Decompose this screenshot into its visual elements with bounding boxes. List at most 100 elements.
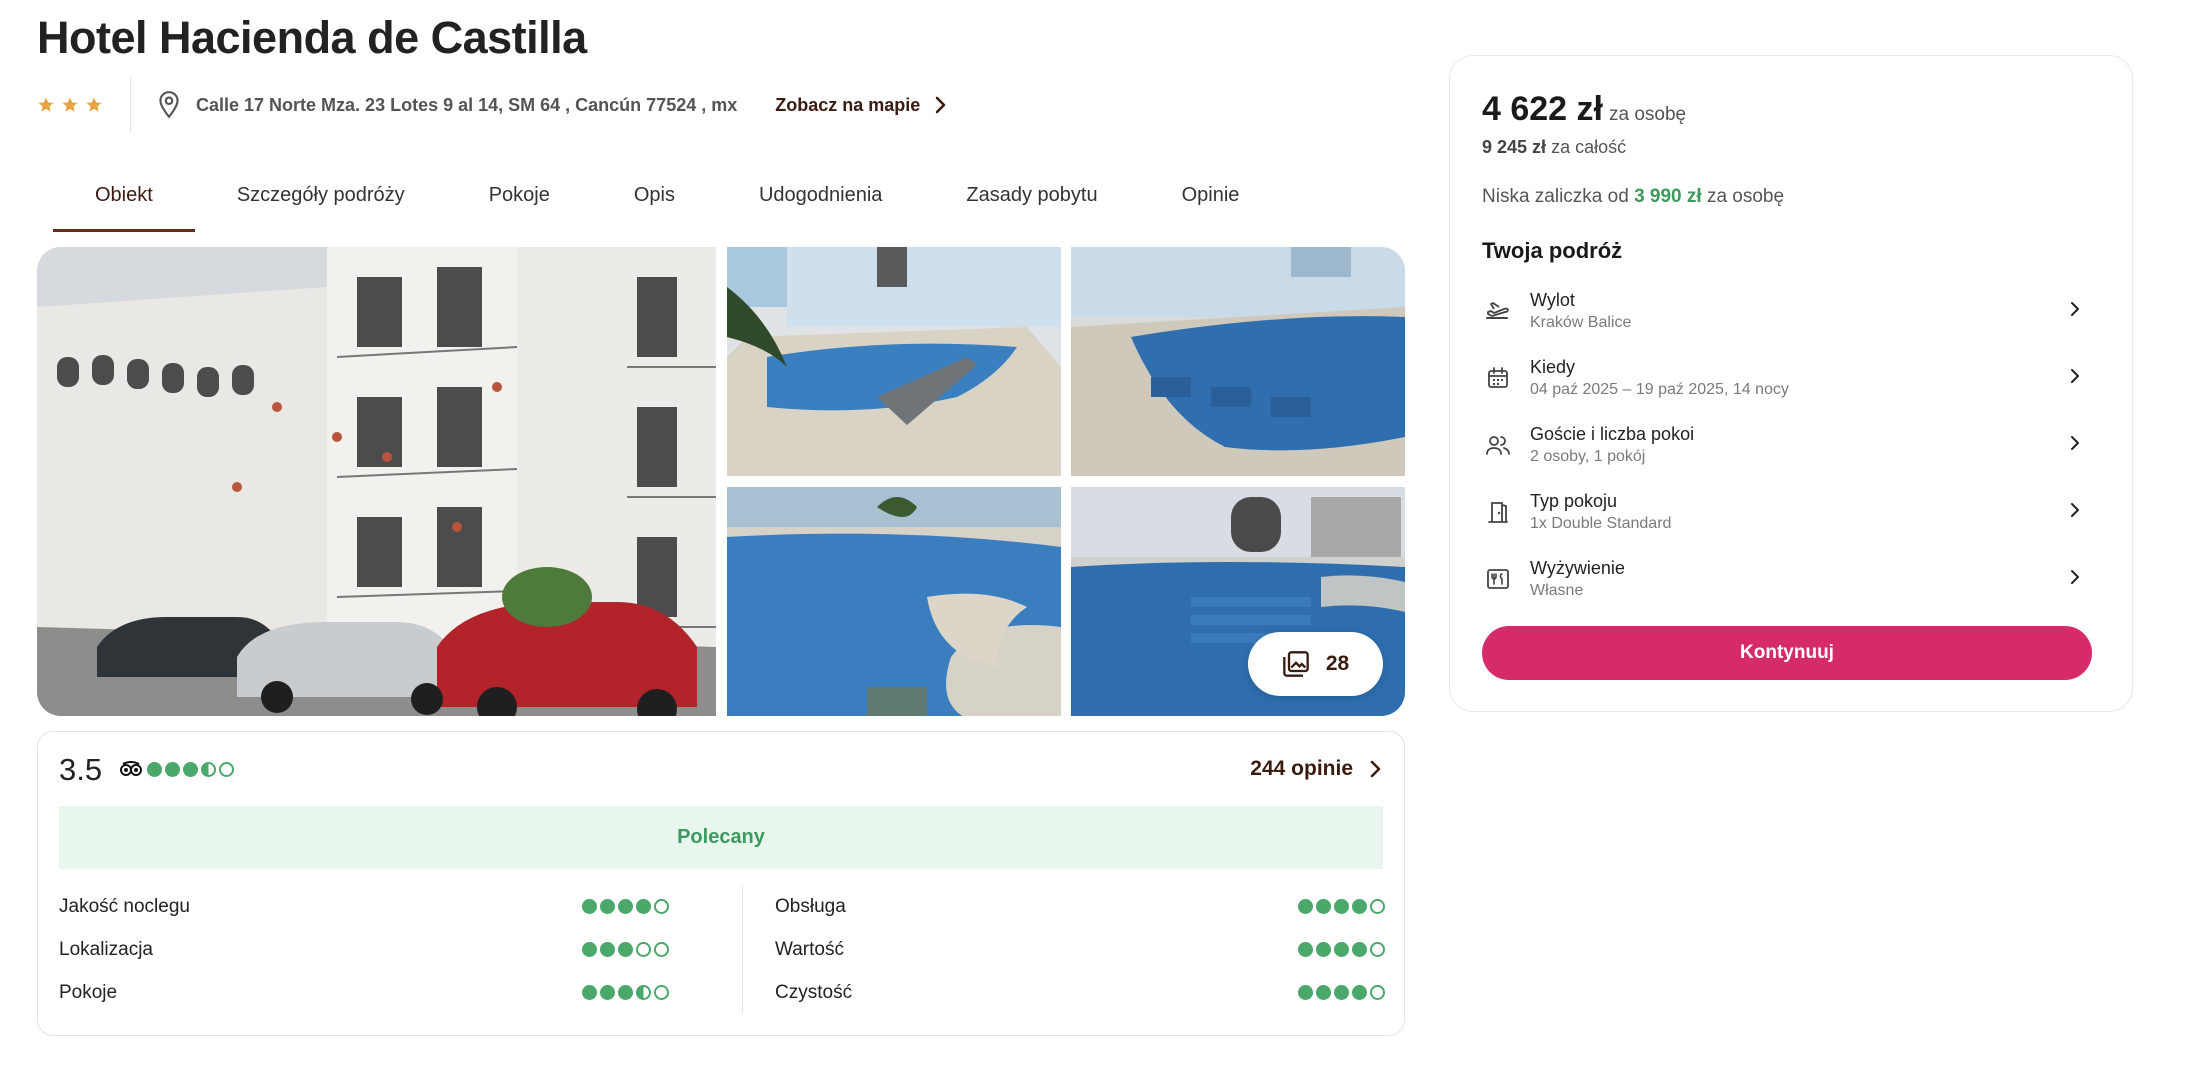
review-score: 3.5 <box>59 752 103 787</box>
rating-dot <box>1298 942 1313 957</box>
price-per-person: 4 622 zł za osobę <box>1482 90 1686 129</box>
review-category-label: Obsługa <box>775 895 846 917</box>
deposit-prefix: Niska zaliczka od <box>1482 186 1629 207</box>
rating-dot <box>582 985 597 1000</box>
chevron-right-icon <box>2071 369 2079 383</box>
photo-count-label: 28 <box>1325 652 1350 675</box>
trip-item-value: Kraków Balice <box>1530 313 1632 331</box>
rating-dot <box>654 899 669 914</box>
rating-dot <box>1370 899 1385 914</box>
rating-dot <box>1298 899 1313 914</box>
rating-dot <box>1352 985 1367 1000</box>
review-category-row: Jakość noclegu <box>59 885 669 928</box>
rating-dot <box>582 899 597 914</box>
chevron-right-icon <box>2071 503 2079 517</box>
review-category-dots <box>582 899 669 914</box>
rating-dot <box>654 985 669 1000</box>
price-value: 4 622 zł <box>1482 90 1603 128</box>
chevron-right-icon <box>2071 302 2079 316</box>
divider <box>130 77 131 133</box>
tab-bar: Obiekt Szczegóły podróży Pokoje Opis Udo… <box>53 170 1281 232</box>
trip-item-dates[interactable]: Kiedy 04 paź 2025 – 19 paź 2025, 14 nocy <box>1482 344 2102 411</box>
review-category-label: Lokalizacja <box>59 938 153 960</box>
calendar-icon <box>1482 362 1514 394</box>
chevron-right-icon <box>2071 436 2079 450</box>
trip-item-room-type[interactable]: Typ pokoju 1x Double Standard <box>1482 478 2102 545</box>
rating-dot <box>1334 985 1349 1000</box>
rating-dot <box>618 942 633 957</box>
reviews-count-label: 244 opinie <box>1250 757 1353 780</box>
tab-zasady-pobytu[interactable]: Zasady pobytu <box>924 170 1139 232</box>
hotel-stars <box>37 96 103 114</box>
deposit-amount: 3 990 zł <box>1634 186 1702 207</box>
star-icon <box>62 97 78 112</box>
plane-departure-icon <box>1482 295 1514 327</box>
rating-dot <box>636 899 651 914</box>
hotel-title: Hotel Hacienda de Castilla <box>37 12 587 63</box>
recommended-badge: Polecany <box>59 806 1383 869</box>
review-category-label: Wartość <box>775 938 844 960</box>
tripadvisor-owl-icon <box>120 761 142 776</box>
rating-dot <box>618 985 633 1000</box>
star-icon <box>86 97 102 112</box>
hotel-facade-photo[interactable] <box>37 247 716 716</box>
rating-dot <box>600 899 615 914</box>
door-icon <box>1482 496 1514 528</box>
tripadvisor-rating <box>119 761 234 777</box>
trip-item-label: Typ pokoju <box>1530 490 1618 511</box>
photo-count-button[interactable]: 28 <box>1248 632 1383 696</box>
review-category-row: Czystość <box>775 971 1385 1014</box>
location-pin-icon <box>159 91 179 119</box>
review-categories-left: Jakość noclegu Lokalizacja Pokoje <box>59 885 669 1014</box>
review-category-dots <box>1298 985 1385 1000</box>
tab-udogodnienia[interactable]: Udogodnienia <box>717 170 924 232</box>
trip-item-value: 04 paź 2025 – 19 paź 2025, 14 nocy <box>1530 380 1789 398</box>
tab-opinie[interactable]: Opinie <box>1140 170 1282 232</box>
review-category-label: Jakość noclegu <box>59 895 190 917</box>
map-link[interactable]: Zobacz na mapie <box>775 95 946 116</box>
chevron-right-icon <box>2071 570 2079 584</box>
photo-gallery: 28 <box>37 247 1405 716</box>
reviews-panel: 3.5 244 opinie Polecany Jakość noclegu Lo… <box>37 731 1405 1036</box>
rating-dot <box>201 761 216 777</box>
rating-dot <box>1316 985 1331 1000</box>
review-category-row: Wartość <box>775 928 1385 971</box>
trip-item-board[interactable]: Wyżywienie Własne <box>1482 545 2102 612</box>
trip-item-label: Kiedy <box>1530 356 1576 377</box>
rating-dot <box>147 761 162 777</box>
rating-dot <box>654 942 669 957</box>
deposit-suffix: za osobę <box>1706 186 1785 207</box>
guests-icon <box>1482 429 1514 461</box>
trip-item-label: Wylot <box>1530 289 1575 310</box>
star-icon <box>38 97 54 112</box>
divider <box>742 885 743 1013</box>
tab-pokoje[interactable]: Pokoje <box>447 170 592 232</box>
price-total: 9 245 zł za całość <box>1482 137 1626 158</box>
tab-opis[interactable]: Opis <box>592 170 717 232</box>
trip-item-value: 2 osoby, 1 pokój <box>1530 447 1646 465</box>
fork-knife-icon <box>1482 563 1514 595</box>
pool-photo-3[interactable] <box>727 487 1061 716</box>
pool-photo-2[interactable] <box>1071 247 1405 476</box>
pool-photo-1[interactable] <box>727 247 1061 476</box>
review-category-row: Pokoje <box>59 971 669 1014</box>
continue-button[interactable]: Kontynuuj <box>1482 626 2092 680</box>
tab-obiekt[interactable]: Obiekt <box>53 170 195 232</box>
rating-dot <box>600 985 615 1000</box>
rating-dot <box>1334 899 1349 914</box>
trip-item-guests[interactable]: Goście i liczba pokoi 2 osoby, 1 pokój <box>1482 411 2102 478</box>
tab-szczegoly-podrozy[interactable]: Szczegóły podróży <box>195 170 447 232</box>
trip-item-departure[interactable]: Wylot Kraków Balice <box>1482 277 2102 344</box>
rating-dot <box>1334 942 1349 957</box>
address-text: Calle 17 Norte Mza. 23 Lotes 9 al 14, SM… <box>196 94 738 115</box>
gallery-icon <box>1282 651 1309 677</box>
tripadvisor-dots <box>147 761 234 777</box>
review-category-dots <box>582 942 669 957</box>
review-category-row: Obsługa <box>775 885 1385 928</box>
trip-title: Twoja podróż <box>1482 238 1623 263</box>
booking-card: 4 622 zł za osobę 9 245 zł za całość Nis… <box>1449 55 2133 712</box>
total-value: 9 245 zł <box>1482 137 1547 157</box>
rating-dot <box>636 985 651 1000</box>
reviews-link[interactable]: 244 opinie <box>1250 757 1381 781</box>
map-link-label: Zobacz na mapie <box>775 94 921 115</box>
